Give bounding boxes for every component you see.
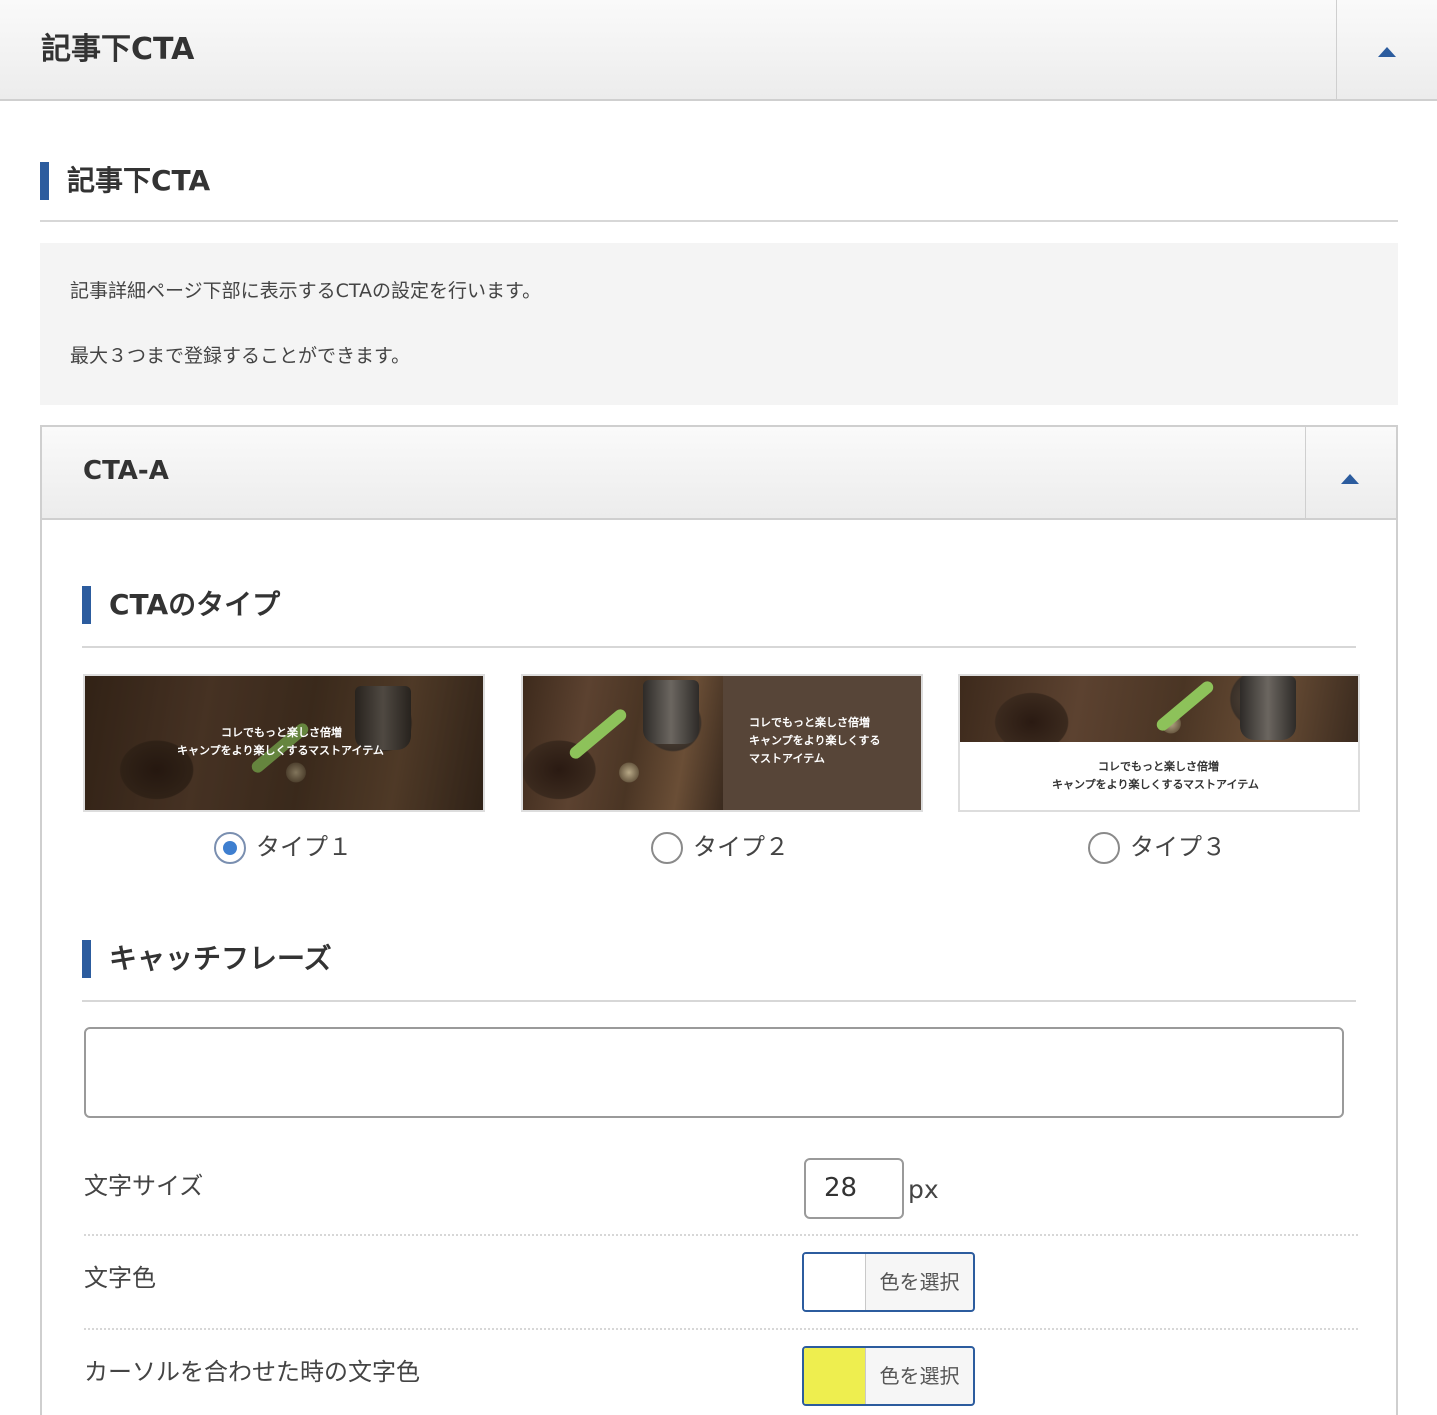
info-notice: 記事詳細ページ下部に表示するCTAの設定を行います。 最大３つまで登録することが… — [40, 243, 1398, 405]
preview-text-line-3: マストアイテム — [749, 752, 825, 765]
heading-accent-bar — [82, 586, 91, 624]
section-title: 記事下CTA — [67, 164, 211, 197]
cta-type-heading: CTAのタイプ — [82, 585, 1356, 648]
hover-color-label: カーソルを合わせた時の文字色 — [84, 1358, 420, 1386]
preview-text-line-2: キャンプをより楽しくするマストアイテム — [177, 744, 384, 757]
preview-text-line-2: キャンプをより楽しくする — [749, 734, 881, 747]
type1-preview-image[interactable]: コレでもっと楽しさ倍増 キャンプをより楽しくするマストアイテム — [83, 674, 485, 812]
heading-accent-bar — [82, 940, 91, 978]
hover-color-row: カーソルを合わせた時の文字色 — [84, 1330, 1358, 1415]
text-color-select-button[interactable]: 色を選択 — [866, 1254, 973, 1310]
section-heading: 記事下CTA — [40, 161, 1398, 222]
type1-radio[interactable] — [214, 832, 246, 864]
cta-a-header: CTA-A — [42, 427, 1396, 520]
top-panel-header: 記事下CTA — [0, 0, 1437, 101]
camping-photo — [960, 676, 1358, 742]
font-size-unit: px — [908, 1175, 939, 1204]
top-panel-title: 記事下CTA — [41, 32, 195, 67]
type3-radio[interactable] — [1088, 832, 1120, 864]
font-size-row: 文字サイズ — [84, 1157, 1358, 1236]
cta-type-title: CTAのタイプ — [109, 588, 281, 621]
hover-color-picker[interactable]: 色を選択 — [802, 1346, 975, 1406]
type1-label: タイプ１ — [256, 833, 352, 861]
hover-color-swatch — [804, 1348, 866, 1404]
type1-radio-option[interactable]: タイプ１ — [214, 832, 374, 868]
text-color-swatch — [804, 1254, 866, 1310]
mug-shape — [643, 680, 699, 744]
text-color-row: 文字色 — [84, 1236, 1358, 1330]
preview-text-line-1: コレでもっと楽しさ倍増 — [749, 716, 870, 729]
heading-accent-bar — [40, 162, 49, 200]
caret-up-icon — [1378, 47, 1396, 57]
caret-up-icon — [1341, 474, 1359, 484]
type3-preview-image[interactable]: コレでもっと楽しさ倍増 キャンプをより楽しくするマストアイテム — [958, 674, 1360, 812]
catchphrase-title: キャッチフレーズ — [109, 942, 332, 975]
top-panel-collapse-button[interactable] — [1336, 0, 1437, 99]
catchphrase-input[interactable] — [84, 1027, 1344, 1118]
font-size-input[interactable]: 28 — [804, 1158, 904, 1219]
text-color-label: 文字色 — [84, 1264, 156, 1292]
notice-line-1: 記事詳細ページ下部に表示するCTAの設定を行います。 — [70, 280, 542, 302]
cta-a-panel: CTA-A CTAのタイプ コレでもっと楽しさ倍増 キャンプをより楽しくするマス… — [40, 425, 1398, 1415]
type2-preview-image[interactable]: コレでもっと楽しさ倍増 キャンプをより楽しくする マストアイテム — [521, 674, 923, 812]
preview-text-line-2: キャンプをより楽しくするマストアイテム — [1052, 778, 1259, 791]
notice-line-2: 最大３つまで登録することができます。 — [70, 345, 411, 367]
mug-shape — [1240, 676, 1296, 740]
hover-color-select-button[interactable]: 色を選択 — [866, 1348, 973, 1404]
type2-radio-option[interactable]: タイプ２ — [651, 832, 811, 868]
cta-a-title: CTA-A — [83, 456, 169, 486]
text-color-picker[interactable]: 色を選択 — [802, 1252, 975, 1312]
type2-label: タイプ２ — [693, 833, 789, 861]
type3-radio-option[interactable]: タイプ３ — [1088, 832, 1248, 868]
font-size-label: 文字サイズ — [84, 1172, 204, 1200]
type2-radio[interactable] — [651, 832, 683, 864]
spork-shape — [567, 706, 629, 762]
catchphrase-heading: キャッチフレーズ — [82, 939, 1356, 1002]
preview-text-line-1: コレでもっと楽しさ倍増 — [221, 726, 342, 739]
cta-a-collapse-button[interactable] — [1305, 427, 1396, 518]
preview-text-line-1: コレでもっと楽しさ倍増 — [1098, 760, 1219, 773]
camping-photo — [523, 676, 723, 810]
spork-shape — [1154, 678, 1216, 734]
type3-label: タイプ３ — [1130, 833, 1226, 861]
